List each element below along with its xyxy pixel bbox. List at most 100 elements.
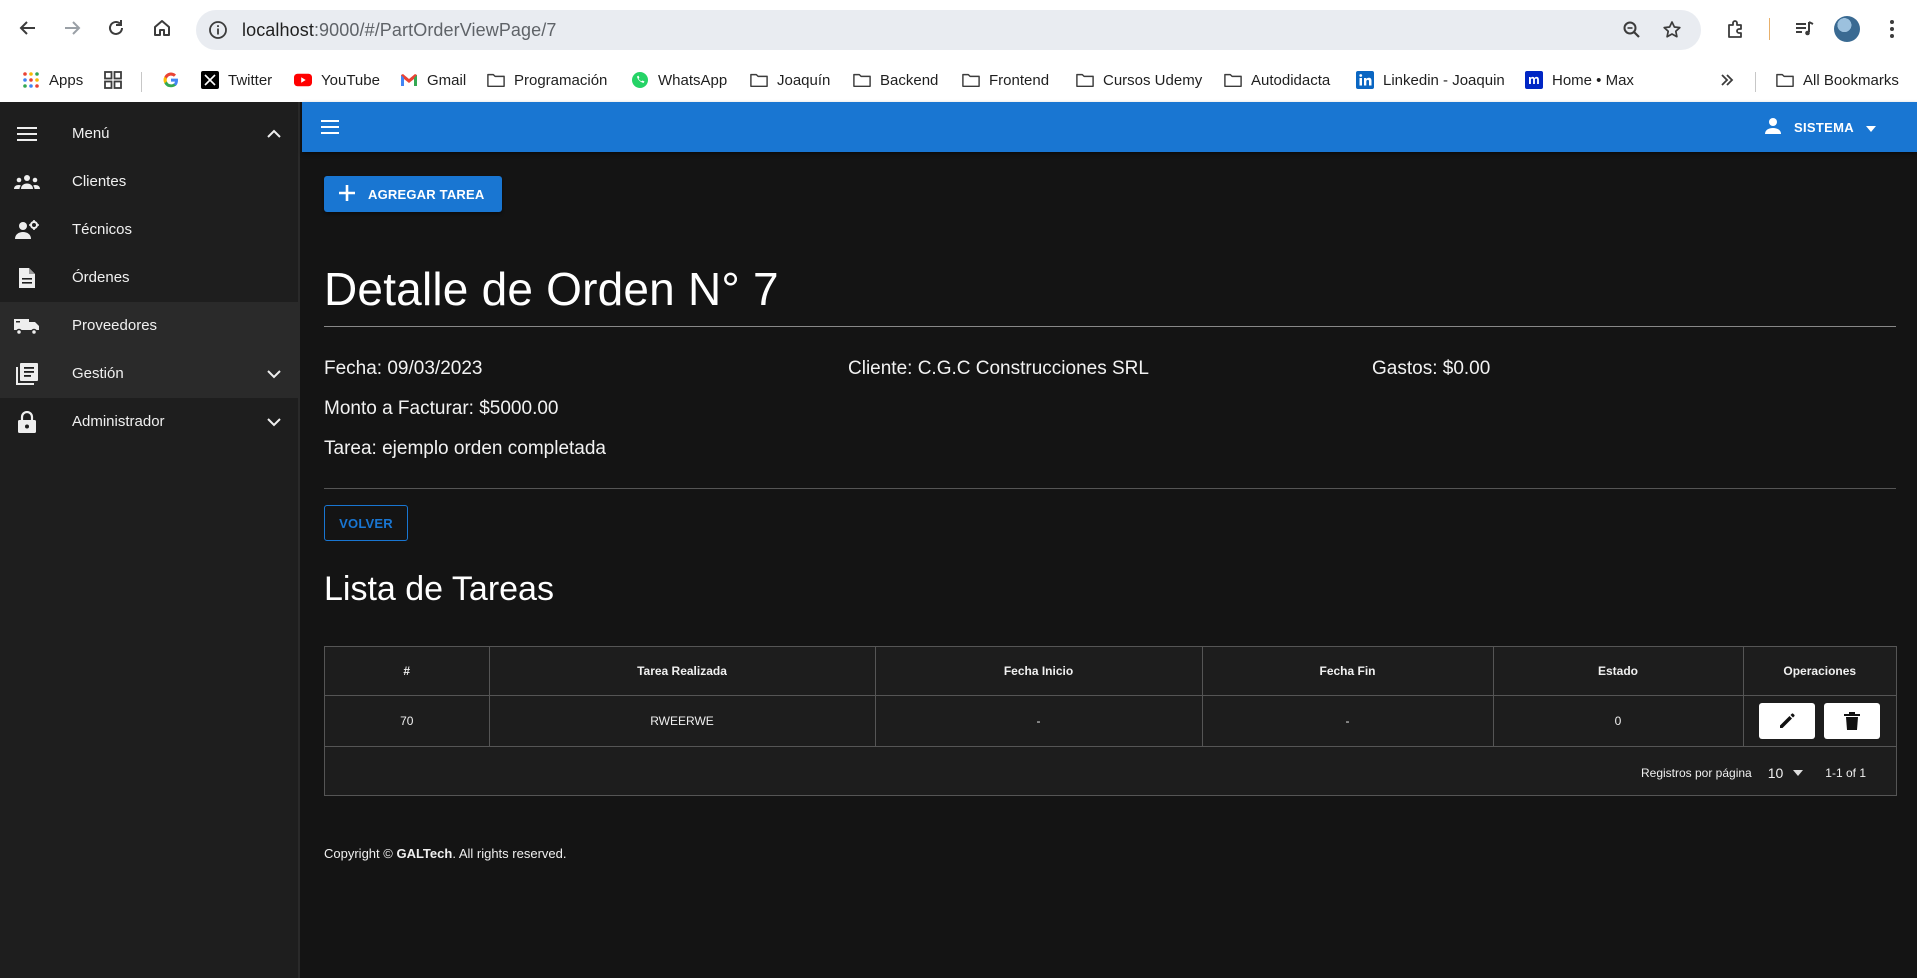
- technician-icon: [14, 218, 40, 242]
- bookmark-label: WhatsApp: [658, 71, 728, 89]
- main-content: SISTEMA AGREGAR TAREA Detalle de Orden N…: [302, 102, 1917, 978]
- sidebar-item-clientes[interactable]: Clientes: [0, 158, 298, 206]
- zoom-icon[interactable]: [1620, 18, 1644, 42]
- app: Menú Clientes Técnicos Órdenes Proveedor…: [0, 102, 1917, 978]
- bookmark-gmail[interactable]: Gmail: [400, 67, 466, 93]
- bookmark-label: Autodidacta: [1251, 71, 1331, 89]
- table-pagination: Registros por página 10 1-1 of 1: [1641, 765, 1866, 781]
- hamburger-menu-icon[interactable]: [318, 115, 342, 139]
- order-tarea: Tarea: ejemplo orden completada: [324, 438, 607, 459]
- chevron-down-icon[interactable]: [262, 410, 286, 434]
- sidebar-item-label: Administrador: [72, 413, 165, 430]
- bookmark-apps[interactable]: Apps: [22, 67, 83, 93]
- folder-icon: [487, 71, 505, 89]
- bookmark-label: YouTube: [321, 71, 380, 89]
- bookmark-label: Cursos Udemy: [1103, 71, 1203, 89]
- sidebar-item-tecnicos[interactable]: Técnicos: [0, 206, 298, 254]
- sidebar-item-administrador[interactable]: Administrador: [0, 398, 298, 446]
- home-icon[interactable]: [148, 14, 176, 42]
- chevron-down-icon[interactable]: [262, 362, 286, 386]
- rows-per-page-value: 10: [1767, 765, 1784, 781]
- bookmark-programacion[interactable]: Programación: [487, 67, 607, 93]
- sidebar-item-label: Órdenes: [72, 269, 130, 286]
- qr-grid-icon: [104, 71, 122, 89]
- order-cliente: Cliente: C.G.C Construcciones SRL: [848, 358, 1149, 379]
- table-row: 70 RWEERWE - - 0: [325, 695, 1896, 747]
- sidebar-item-label: Clientes: [72, 173, 127, 190]
- edit-button[interactable]: [1759, 702, 1816, 739]
- bookmark-joaquin[interactable]: Joaquín: [750, 67, 830, 93]
- browser-chrome: localhost:9000/#/PartOrderViewPage/7 App…: [0, 0, 1917, 102]
- sidebar-item-label: Gestión: [72, 365, 124, 382]
- footer-suffix: . All rights reserved.: [452, 846, 567, 861]
- bookmark-label: Backend: [880, 71, 939, 89]
- youtube-icon: [294, 71, 312, 89]
- folder-icon: [853, 71, 871, 89]
- forward-arrow-icon[interactable]: [58, 14, 86, 42]
- sidebar-item-proveedores[interactable]: Proveedores: [0, 302, 298, 350]
- x-logo-icon: [201, 71, 219, 89]
- bookmark-label: Gmail: [427, 71, 467, 89]
- cell-fecha-inicio: -: [875, 695, 1203, 747]
- bookmark-home-max[interactable]: Home • Max: [1525, 67, 1634, 93]
- folder-icon: [750, 71, 768, 89]
- bookmarks-bar: Apps Twitter YouTube Gmail Programación …: [0, 59, 1917, 102]
- sidebar-item-label: Proveedores: [72, 317, 158, 334]
- more-bookmarks-chevron-icon[interactable]: [1720, 67, 1734, 93]
- add-task-button[interactable]: AGREGAR TAREA: [324, 176, 502, 212]
- bookmark-label: Linkedin - Joaquin: [1383, 71, 1505, 89]
- people-icon: [14, 170, 40, 194]
- url-path: :9000/#/PartOrderViewPage/7: [313, 20, 557, 40]
- chevron-up-icon[interactable]: [262, 122, 286, 146]
- bookmark-star-icon[interactable]: [1660, 18, 1684, 42]
- sidebar-item-label: Menú: [72, 125, 110, 142]
- google-icon: [162, 71, 180, 89]
- media-control-icon[interactable]: [1790, 15, 1818, 43]
- cell-fecha-fin: -: [1202, 695, 1494, 747]
- table-header-row: # Tarea Realizada Fecha Inicio Fecha Fin…: [325, 647, 1896, 696]
- bookmark-google[interactable]: [162, 67, 180, 93]
- cell-estado: 0: [1493, 695, 1744, 747]
- kebab-menu-icon[interactable]: [1878, 15, 1906, 43]
- bookmark-backend[interactable]: Backend: [853, 67, 938, 93]
- add-task-label: AGREGAR TAREA: [368, 186, 485, 202]
- document-icon: [14, 266, 40, 290]
- sidebar-item-menu[interactable]: Menú: [0, 110, 298, 158]
- sidebar-item-gestion[interactable]: Gestión: [0, 350, 298, 398]
- caret-down-icon: [1865, 120, 1876, 135]
- column-header-id: #: [325, 647, 490, 696]
- trash-icon: [1844, 711, 1861, 730]
- bookmark-twitter[interactable]: Twitter: [201, 67, 272, 93]
- bookmark-autodidacta[interactable]: Autodidacta: [1224, 67, 1330, 93]
- truck-icon: [14, 314, 40, 338]
- reload-icon[interactable]: [102, 14, 130, 42]
- all-bookmarks[interactable]: All Bookmarks: [1776, 67, 1899, 93]
- bookmark-youtube[interactable]: YouTube: [294, 67, 380, 93]
- back-arrow-icon[interactable]: [14, 14, 42, 42]
- rows-per-page-select[interactable]: 10: [1768, 765, 1804, 781]
- bookmark-linkedin[interactable]: Linkedin - Joaquin: [1356, 67, 1505, 93]
- bookmark-label: Programación: [514, 71, 608, 89]
- bookmark-cursos-udemy[interactable]: Cursos Udemy: [1076, 67, 1202, 93]
- rows-per-page-label: Registros por página: [1640, 766, 1752, 780]
- address-bar[interactable]: localhost:9000/#/PartOrderViewPage/7: [196, 10, 1701, 50]
- bookmark-label: Frontend: [989, 71, 1050, 89]
- order-gastos: Gastos: $0.00: [1372, 358, 1491, 379]
- bookmark-whatsapp[interactable]: WhatsApp: [631, 67, 727, 93]
- user-menu[interactable]: SISTEMA: [1764, 115, 1876, 139]
- profile-avatar[interactable]: [1834, 16, 1860, 42]
- site-info-icon[interactable]: [206, 18, 230, 42]
- bookmark-frontend[interactable]: Frontend: [962, 67, 1049, 93]
- sidebar-item-ordenes[interactable]: Órdenes: [0, 254, 298, 302]
- cell-operaciones: [1743, 695, 1896, 747]
- user-name: SISTEMA: [1794, 119, 1854, 135]
- bookmark-grid[interactable]: [104, 67, 122, 93]
- back-button[interactable]: VOLVER: [324, 505, 408, 541]
- url-host: localhost: [242, 20, 314, 40]
- footer-brand: GALTech: [396, 846, 453, 861]
- delete-button[interactable]: [1824, 702, 1881, 739]
- url-text[interactable]: localhost:9000/#/PartOrderViewPage/7: [242, 20, 556, 41]
- page-title: Detalle de Orden N° 7: [324, 263, 779, 315]
- menu-icon: [14, 122, 40, 146]
- extensions-icon[interactable]: [1722, 15, 1750, 43]
